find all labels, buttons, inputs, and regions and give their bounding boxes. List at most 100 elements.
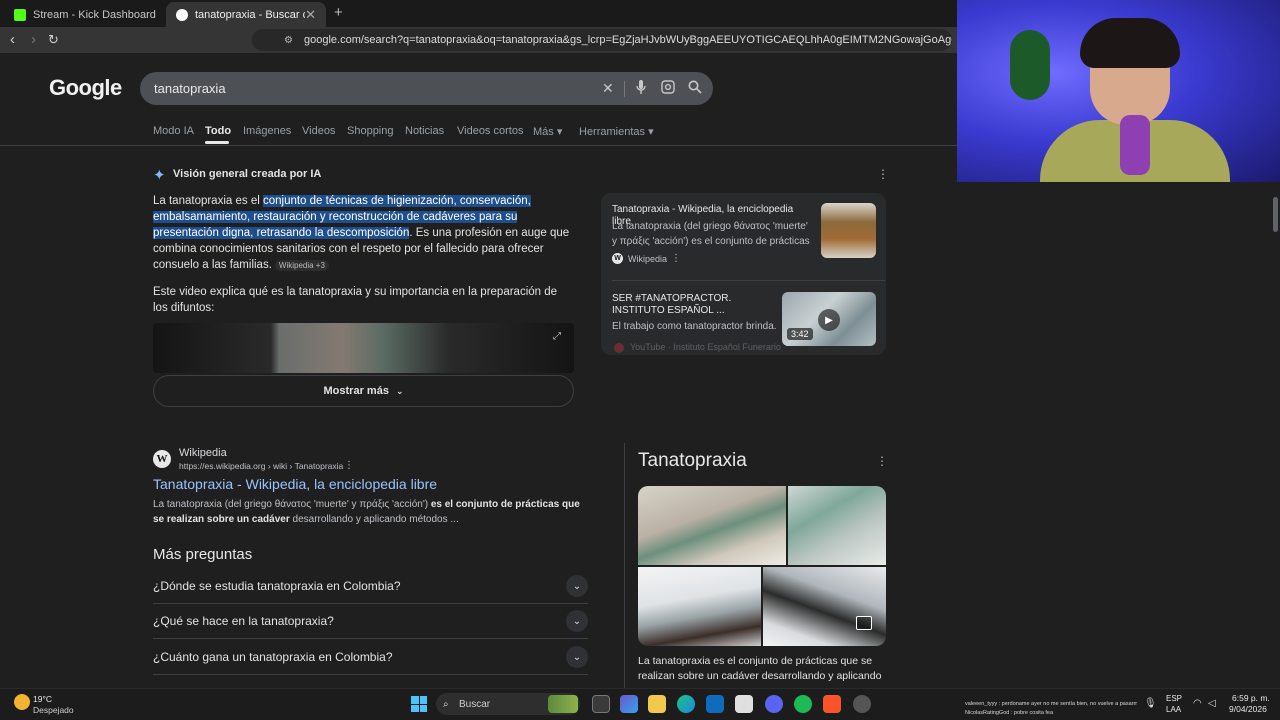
source-divider <box>612 280 885 281</box>
people-also-ask-title: Más preguntas <box>153 546 253 563</box>
microphone-icon[interactable]: 🎙 <box>1144 698 1157 709</box>
mummy-thumbnail[interactable] <box>821 203 876 258</box>
knowledge-panel-title: Tanatopraxia <box>638 450 747 471</box>
clock-date[interactable]: 9/04/2026 <box>1229 704 1267 714</box>
ai-overview-text: La tanatopraxia es el conjunto de técnic… <box>153 193 581 274</box>
more-options-icon[interactable]: ⋮ <box>671 253 681 264</box>
scrollbar[interactable] <box>1270 182 1280 688</box>
search-query: tanatopraxia <box>154 81 226 96</box>
knowledge-panel-description: La tanatopraxia es el conjunto de prácti… <box>638 655 882 682</box>
more-options-icon[interactable]: ⋮ <box>344 460 354 471</box>
back-icon[interactable]: ‹ <box>10 31 15 48</box>
tab-news[interactable]: Noticias <box>405 125 444 137</box>
tab-label: Stream - Kick Dashboard <box>33 8 156 21</box>
site-info-icon[interactable]: ⚙ <box>284 35 293 46</box>
search-input[interactable]: tanatopraxia <box>140 72 713 105</box>
result-url[interactable]: https://es.wikipedia.org › wiki › Tanato… <box>179 461 343 471</box>
source-site: Wikipedia <box>628 254 668 264</box>
clock-time[interactable]: 6:59 p. m. <box>1232 693 1270 703</box>
new-tab-icon[interactable]: + <box>334 4 343 21</box>
chat-message: valeeen_tyyy : perdoname ayer no me sent… <box>965 701 1138 707</box>
microphone-icon[interactable] <box>636 79 646 98</box>
ai-sparkle-icon: ✦ <box>153 167 166 184</box>
outlook-icon[interactable] <box>706 695 724 713</box>
ai-text-start: La tanatopraxia es el <box>153 195 263 207</box>
snippet-end: desarrollando y aplicando métodos ... <box>289 514 459 525</box>
ai-overview-title: Visión general creada por IA <box>173 168 322 180</box>
google-logo[interactable]: Google <box>49 75 122 101</box>
tab-images[interactable]: Imágenes <box>243 125 291 137</box>
lens-icon[interactable] <box>661 80 675 97</box>
kick-icon <box>14 8 26 21</box>
microsoft-store-icon[interactable] <box>735 695 753 713</box>
gallery-image[interactable] <box>763 567 886 646</box>
source-site: YouTube · Instituto Español Funerario <box>630 342 781 352</box>
tab-tools[interactable]: Herramientas ▾ <box>579 125 654 138</box>
wikipedia-icon: W <box>153 450 171 468</box>
ai-video-intro: Este video explica qué es la tanatopraxi… <box>153 286 558 314</box>
google-icon <box>176 8 188 21</box>
chevron-down-icon: ⌄ <box>566 646 588 668</box>
spotify-icon[interactable] <box>794 695 812 713</box>
tab-videos[interactable]: Videos <box>302 125 335 137</box>
tab-label: tanatopraxia - Buscar con Google <box>195 8 305 21</box>
more-options-icon[interactable]: ⋮ <box>877 167 889 181</box>
question-text: ¿Dónde se estudia tanatopraxia en Colomb… <box>153 579 401 593</box>
folder-icon[interactable] <box>648 695 666 713</box>
play-icon[interactable]: ▶ <box>818 309 840 331</box>
clear-icon[interactable]: ✕ <box>602 80 614 97</box>
brave-icon[interactable] <box>823 695 841 713</box>
wifi-icon[interactable]: ◠ <box>1193 698 1202 709</box>
snippet-start: La tanatopraxia (del griego θάνατος 'mue… <box>153 499 431 510</box>
plant-shape <box>1010 30 1050 100</box>
tab-all[interactable]: Todo <box>205 125 231 137</box>
video-duration: 3:42 <box>787 328 813 340</box>
tab-shopping[interactable]: Shopping <box>347 125 394 137</box>
volume-icon[interactable]: ◁ <box>1208 698 1216 709</box>
task-view-icon[interactable] <box>592 695 610 713</box>
gallery-image[interactable] <box>638 486 786 565</box>
image-gallery-icon[interactable] <box>856 616 872 630</box>
question-text: ¿Qué se hace en la tanatopraxia? <box>153 614 334 628</box>
address-bar[interactable]: ⚙ google.com/search?q=tanatopraxia&oq=ta… <box>252 29 952 51</box>
windows-start-icon[interactable] <box>411 696 427 712</box>
gallery-image[interactable] <box>788 486 886 565</box>
tab-kick-dashboard[interactable]: Stream - Kick Dashboard <box>4 2 166 27</box>
scrollbar-thumb[interactable] <box>1273 197 1278 232</box>
result-snippet: La tanatopraxia (del griego θάνατος 'mue… <box>153 497 593 527</box>
citation-chip[interactable]: Wikipedia +3 <box>274 260 329 271</box>
video-preview[interactable] <box>153 323 574 373</box>
tab-ai-mode[interactable]: Modo IA <box>153 125 194 137</box>
edge-icon[interactable] <box>677 695 695 713</box>
result-site-name[interactable]: Wikipedia <box>179 447 227 459</box>
settings-icon[interactable] <box>853 695 871 713</box>
question-item[interactable]: ¿Qué se hace en la tanatopraxia? ⌄ <box>153 604 588 639</box>
tab-google-search[interactable]: tanatopraxia - Buscar con Google ✕ <box>166 2 326 27</box>
tab-more[interactable]: Más ▾ <box>533 125 562 138</box>
close-tab-icon[interactable]: ✕ <box>305 7 316 23</box>
search-icon[interactable] <box>688 80 702 97</box>
result-title-link[interactable]: Tanatopraxia - Wikipedia, la enciclopedi… <box>153 476 437 492</box>
weather-description[interactable]: Despejado <box>33 705 74 715</box>
keyboard-language[interactable]: ESP <box>1166 694 1182 703</box>
show-more-button[interactable]: Mostrar más ⌄ <box>153 375 574 407</box>
expand-icon[interactable]: ⤢ <box>553 331 561 342</box>
store-icon[interactable] <box>620 695 638 713</box>
question-text: ¿Cuánto gana un tanatopraxia en Colombia… <box>153 650 393 664</box>
question-item[interactable]: ¿Cuánto gana un tanatopraxia en Colombia… <box>153 640 588 675</box>
youtube-icon <box>614 343 624 353</box>
discord-icon[interactable] <box>765 695 783 713</box>
reload-icon[interactable]: ↻ <box>48 32 59 48</box>
tab-short-videos[interactable]: Videos cortos <box>457 125 523 137</box>
question-item[interactable]: ¿Dónde se estudia tanatopraxia en Colomb… <box>153 569 588 604</box>
source-title[interactable]: SER #TANATOPRACTOR. INSTITUTO ESPAÑOL ..… <box>612 293 772 317</box>
taskbar-search-label: Buscar <box>459 698 491 710</box>
forward-icon[interactable]: › <box>31 31 36 48</box>
weather-sun-icon[interactable] <box>14 694 30 710</box>
more-options-icon[interactable]: ⋮ <box>876 454 888 468</box>
keyboard-layout[interactable]: LAA <box>1166 705 1181 714</box>
gallery-image[interactable] <box>638 567 761 646</box>
search-highlight-icon <box>548 695 578 713</box>
weather-temperature[interactable]: 19°C <box>33 694 52 704</box>
source-snippet: La tanatopraxia (del griego θάνατος 'mue… <box>612 221 810 247</box>
